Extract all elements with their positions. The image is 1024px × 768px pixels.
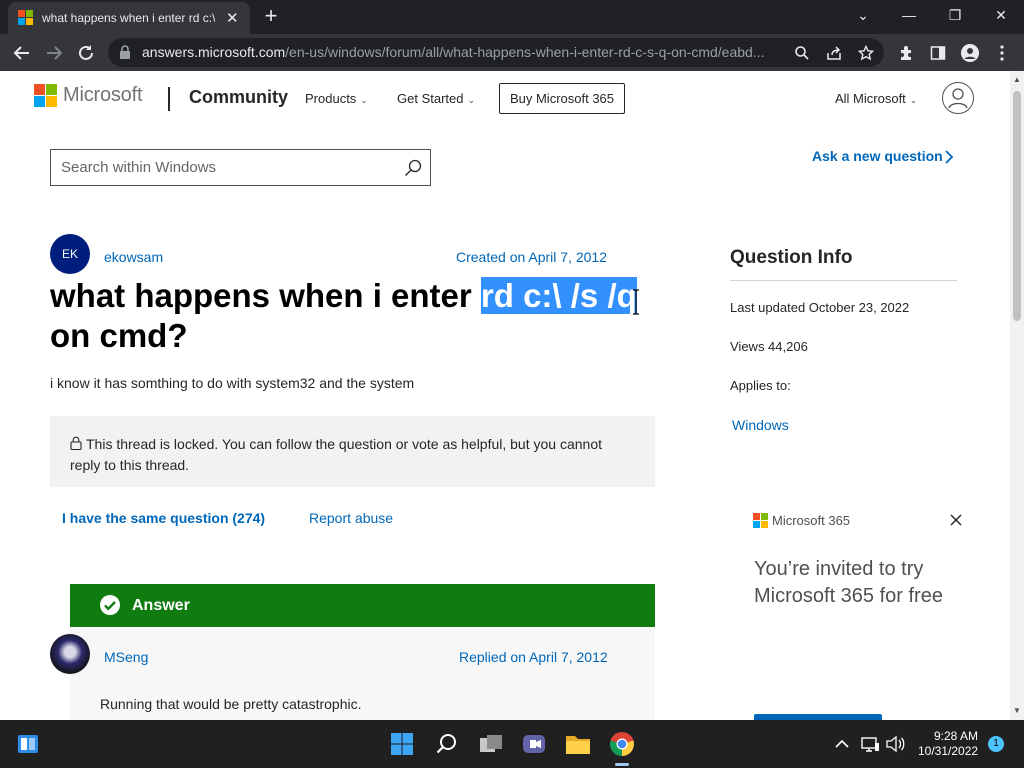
title-selected-text[interactable]: rd c:\ /s /q: [480, 277, 637, 314]
scroll-thumb[interactable]: [1013, 91, 1021, 321]
address-bar[interactable]: answers.microsoft.com/en-us/windows/foru…: [108, 38, 884, 67]
menu-icon[interactable]: [990, 41, 1014, 65]
taskbar-search-icon[interactable]: [427, 720, 467, 768]
scroll-up-icon[interactable]: ▲: [1010, 73, 1024, 87]
close-icon[interactable]: [948, 512, 964, 528]
microsoft-logo-icon: [753, 513, 768, 528]
question-body: i know it has somthing to do with system…: [50, 375, 415, 391]
url-text: answers.microsoft.com/en-us/windows/foru…: [142, 38, 790, 67]
chevron-down-icon: ⌄: [467, 95, 476, 105]
page-title: what happens when i enter rd c:\ /s /q o…: [50, 276, 650, 356]
nav-get-started[interactable]: Get Started ⌄: [397, 91, 475, 106]
microsoft-logo-icon: [34, 84, 57, 107]
notification-badge[interactable]: 1: [988, 736, 1004, 752]
avatar[interactable]: EK: [50, 234, 90, 274]
title-text-before: what happens when i enter: [50, 277, 481, 314]
lock-icon: [70, 435, 82, 455]
ad-brand-label: Microsoft 365: [772, 513, 851, 528]
scroll-down-icon[interactable]: ▼: [1010, 704, 1024, 718]
all-microsoft-label: All Microsoft: [835, 91, 906, 106]
tab-title: what happens when i enter rd c:\ /s /q o…: [42, 11, 215, 25]
chevron-down-icon: ⌄: [909, 95, 918, 105]
answer-label: Answer: [132, 597, 190, 614]
browser-toolbar: answers.microsoft.com/en-us/windows/foru…: [0, 34, 1024, 71]
applies-to-label: Applies to:: [730, 378, 791, 393]
chevron-right-icon[interactable]: [944, 149, 954, 170]
star-icon[interactable]: [854, 41, 878, 65]
extensions-icon[interactable]: [894, 41, 918, 65]
restore-button[interactable]: ❐: [932, 0, 978, 30]
sidepanel-icon[interactable]: [926, 41, 950, 65]
clock-time: 9:28 AM: [933, 729, 978, 743]
buy-microsoft-365-button[interactable]: Buy Microsoft 365: [499, 83, 625, 114]
web-page: Microsoft Community Products ⌄ Get Starte…: [0, 71, 1010, 720]
all-microsoft-menu[interactable]: All Microsoft ⌄: [835, 91, 917, 106]
windows-start-icon[interactable]: [382, 720, 422, 768]
taskbar: 9:28 AM 10/31/2022 1: [0, 720, 1024, 768]
report-abuse-link[interactable]: Report abuse: [309, 510, 393, 526]
page-scrollbar[interactable]: ▲ ▼: [1010, 71, 1024, 720]
forward-arrow-icon[interactable]: [42, 41, 66, 65]
profile-icon[interactable]: [958, 41, 982, 65]
applies-to-windows-link[interactable]: Windows: [732, 417, 789, 433]
microsoft-logo[interactable]: Microsoft: [34, 84, 143, 107]
nav-products-label: Products: [305, 91, 357, 106]
back-arrow-icon[interactable]: [10, 41, 34, 65]
check-icon: [100, 595, 120, 615]
microsoft-wordmark: Microsoft: [63, 84, 143, 106]
system-clock[interactable]: 9:28 AM 10/31/2022: [918, 729, 978, 759]
nav-get-started-label: Get Started: [397, 91, 464, 106]
same-question-button[interactable]: I have the same question (274): [62, 510, 265, 526]
url-host: answers.microsoft.com: [142, 44, 286, 60]
question-info-title: Question Info: [730, 247, 853, 268]
avatar[interactable]: [50, 634, 90, 674]
search-icon[interactable]: [404, 159, 422, 182]
active-app-indicator: [615, 763, 629, 766]
answer-text: Running that would be pretty catastrophi…: [100, 696, 362, 712]
microsoft-favicon-icon: [18, 10, 34, 26]
tab-search-button[interactable]: ⌄: [840, 0, 886, 30]
file-explorer-icon[interactable]: [558, 720, 598, 768]
locked-notice: This thread is locked. You can follow th…: [50, 416, 655, 487]
locked-notice-text: This thread is locked. You can follow th…: [70, 436, 602, 473]
url-path: /en-us/windows/forum/all/what-happens-wh…: [285, 44, 765, 60]
answer-header: Answer: [70, 584, 655, 627]
minimize-button[interactable]: —: [886, 0, 932, 30]
community-link[interactable]: Community: [189, 87, 288, 108]
reload-icon[interactable]: [74, 41, 98, 65]
title-text-after: on cmd?: [50, 317, 188, 354]
divider: [730, 280, 957, 281]
volume-icon[interactable]: [875, 720, 915, 768]
share-icon[interactable]: [822, 41, 846, 65]
last-updated: Last updated October 23, 2022: [730, 300, 910, 315]
lock-icon[interactable]: [119, 45, 131, 64]
question-author[interactable]: ekowsam: [104, 249, 163, 265]
views-count: Views 44,206: [730, 339, 808, 354]
nav-products[interactable]: Products ⌄: [305, 91, 368, 106]
tab-close-icon[interactable]: ✕: [225, 9, 241, 27]
chrome-icon[interactable]: [602, 720, 642, 768]
search-input[interactable]: [51, 150, 391, 185]
clock-date: 10/31/2022: [918, 744, 979, 758]
chevron-down-icon: ⌄: [360, 95, 368, 105]
ask-new-question-link[interactable]: Ask a new question: [812, 148, 943, 164]
teams-icon[interactable]: [514, 720, 554, 768]
browser-titlebar: what happens when i enter rd c:\ /s /q o…: [0, 0, 1024, 34]
created-date: Created on April 7, 2012: [456, 249, 607, 265]
microsoft-365-logo: Microsoft 365: [753, 513, 850, 528]
replied-date: Replied on April 7, 2012: [459, 649, 608, 665]
header-divider: [168, 87, 170, 111]
new-tab-button[interactable]: +: [259, 4, 283, 28]
ad-text: You’re invited to try Microsoft 365 for …: [754, 558, 943, 607]
browser-tab[interactable]: what happens when i enter rd c:\ /s /q o…: [8, 2, 250, 34]
text-cursor-icon: [632, 289, 640, 315]
answer-author[interactable]: MSeng: [104, 649, 148, 665]
user-icon[interactable]: [942, 82, 974, 114]
widgets-icon[interactable]: [8, 720, 48, 768]
search-box: [50, 149, 431, 186]
search-icon[interactable]: [790, 41, 814, 65]
close-window-button[interactable]: ✕: [978, 0, 1024, 30]
task-view-icon[interactable]: [471, 720, 511, 768]
